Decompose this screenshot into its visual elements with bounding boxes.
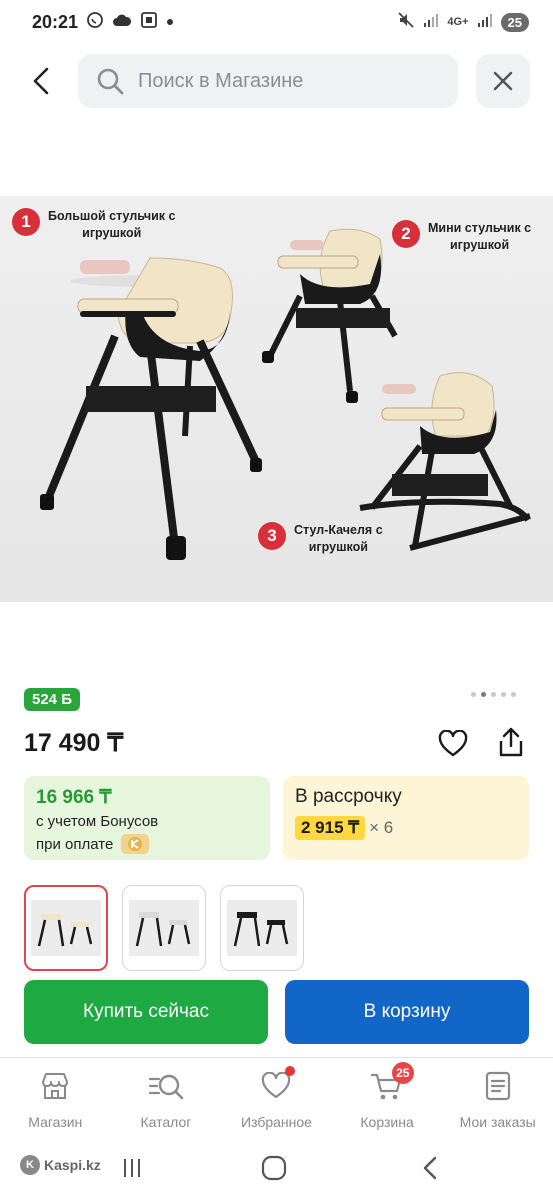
search-input[interactable] [138,69,438,93]
nav-label: Мои заказы [459,1114,536,1130]
callout-3: 3 Стул-Качеля с игрушкой [258,522,383,556]
share-button[interactable] [494,725,528,759]
thumbnail-image [227,900,297,956]
callout-number: 2 [392,220,420,248]
mini-chair-graphic [262,228,398,403]
chevron-left-icon [33,67,49,95]
bonus-line-1: с учетом Бонусов [36,813,159,830]
home-button[interactable] [256,1151,292,1185]
gallery-dot[interactable] [511,692,516,697]
callout-text-line: Большой стульчик с [48,209,176,223]
nav-item-favorites[interactable]: Избранное [221,1058,332,1139]
thumbnail-image [31,900,101,956]
system-navigation-bar: K Kaspi.kz [0,1139,553,1200]
catalog-search-icon [147,1070,185,1102]
orders-icon [484,1070,512,1102]
installment-row: 2 915 ₸ × 6 [295,816,517,840]
signal-icon [423,12,439,33]
kaspi-watermark: K Kaspi.kz [20,1155,101,1175]
network-type: 4G+ [447,16,469,28]
bottom-nav: Магазин Каталог Избранное 25 Корзина Мои… [0,1057,553,1139]
dot-icon [166,13,174,31]
callout-text-line: игрушкой [308,540,368,554]
search-bar[interactable] [78,54,458,108]
thumbnail-3[interactable] [220,885,304,971]
callout-1: 1 Большой стульчик с игрушкой [12,208,175,242]
nav-item-store[interactable]: Магазин [0,1058,111,1139]
share-icon [499,727,523,757]
search-header [0,54,553,108]
clear-search-button[interactable] [476,54,530,108]
callout-text: Стул-Качеля с игрушкой [294,522,383,556]
close-icon [493,71,513,91]
system-back-button[interactable] [412,1151,448,1185]
nav-label: Корзина [360,1114,414,1130]
nav-label: Каталог [140,1114,192,1130]
cart-count-badge: 25 [391,1062,414,1084]
installment-title: В рассрочку [295,786,402,807]
callout-text-line: игрушкой [449,238,510,252]
nav-label: Магазин [28,1114,83,1130]
callout-text-line: Мини стульчик с [428,221,532,235]
screenshot-icon [140,11,158,34]
big-chair-graphic [40,257,262,560]
bonus-price: 16 966 ₸ [36,787,112,808]
callout-text: Большой стульчик с игрушкой [48,208,175,242]
gallery-dot[interactable] [471,692,476,697]
bonus-price-card[interactable]: 16 966 ₸ с учетом Бонусов при оплате [24,776,270,860]
rocker-chair-graphic [359,372,531,551]
heart-icon [438,730,468,757]
search-icon [97,68,124,95]
signal-icon-2 [477,12,493,33]
bonus-line-2: при оплате [36,834,258,854]
gallery-dot[interactable] [491,692,496,697]
installment-months: × 6 [369,818,394,837]
installment-amount: 2 915 ₸ [295,816,366,840]
bonus-badge: 524 Б [24,688,80,711]
favorite-button[interactable] [436,727,470,761]
add-to-cart-button[interactable]: В корзину [285,980,529,1044]
callout-number: 3 [258,522,286,550]
recent-apps-button[interactable] [112,1153,152,1183]
nav-label: Избранное [241,1114,312,1130]
buy-now-button[interactable]: Купить сейчас [24,980,268,1044]
store-icon [39,1070,71,1102]
notification-dot [285,1066,296,1076]
home-icon [261,1155,287,1181]
whatsapp-icon [86,11,104,34]
watermark-text: Kaspi.kz [44,1157,101,1173]
thumbnail-1[interactable] [24,885,108,971]
thumbnail-2[interactable] [122,885,206,971]
thumbnail-strip [24,885,304,971]
thumbnail-image [129,900,199,956]
mute-icon [397,11,415,34]
status-bar: 20:21 4G+ 25 [0,0,553,44]
product-image[interactable]: 1 Большой стульчик с игрушкой 2 Мини сту… [0,196,553,602]
back-button[interactable] [24,64,58,98]
kaspi-logo-icon: K [20,1155,40,1175]
gallery-dots [471,692,516,697]
nav-item-cart[interactable]: 25 Корзина [332,1058,443,1139]
callout-number: 1 [12,208,40,236]
gallery-dot[interactable] [501,692,506,697]
status-right: 4G+ 25 [397,11,529,34]
kaspi-bonus-coin-icon [121,834,150,854]
gallery-dot-active[interactable] [481,692,486,697]
callout-2: 2 Мини стульчик с игрушкой [392,220,531,254]
nav-item-catalog[interactable]: Каталог [111,1058,222,1139]
battery-level: 25 [500,12,529,32]
back-arrow-icon [423,1156,437,1180]
notification-icons [86,11,174,34]
callout-text-line: Стул-Качеля с [294,523,383,537]
callout-text-line: игрушкой [82,226,142,240]
nav-item-orders[interactable]: Мои заказы [442,1058,553,1139]
product-page: 20:21 4G+ 25 Поиск в Магазине 1 Большой … [0,0,553,1200]
status-time: 20:21 [32,11,79,32]
cloud-icon [112,13,132,32]
installment-card[interactable]: В рассрочку 2 915 ₸ × 6 [283,776,529,860]
recent-apps-icon [124,1159,140,1177]
product-price: 17 490 ₸ [24,729,124,757]
callout-text: Мини стульчик с игрушкой [428,220,531,254]
bonus-line-2-text: при оплате [36,835,114,853]
